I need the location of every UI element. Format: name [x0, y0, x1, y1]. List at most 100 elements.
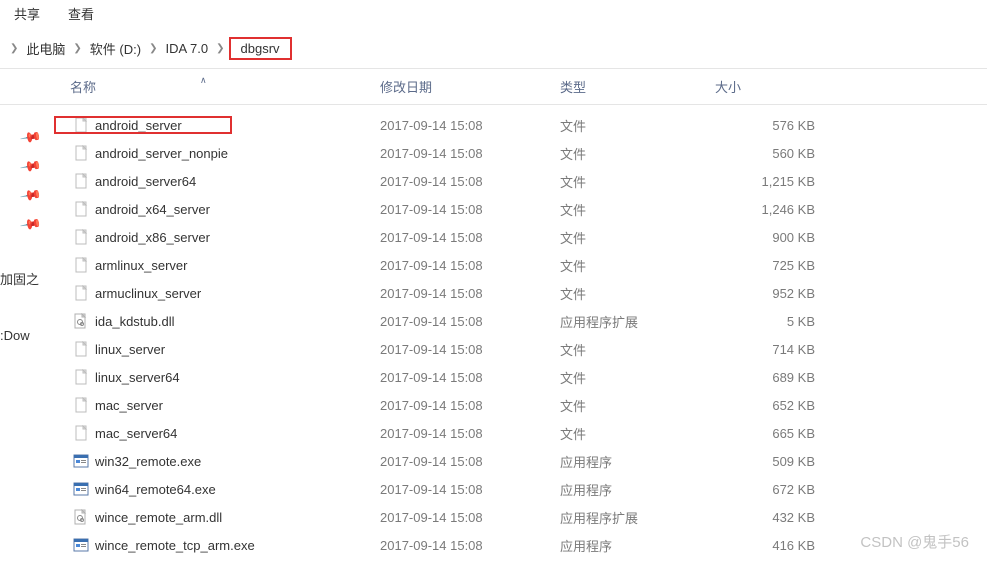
- file-type: 文件: [560, 228, 715, 247]
- sidebar: 📌 📌 📌 📌 加固之 :Dow: [0, 105, 55, 559]
- file-icon: [73, 145, 89, 161]
- file-type: 应用程序扩展: [560, 508, 715, 527]
- file-icon: [73, 425, 89, 441]
- file-name: mac_server64: [95, 426, 177, 441]
- sidebar-label[interactable]: :Dow: [0, 328, 30, 343]
- file-icon: [73, 397, 89, 413]
- file-size: 1,246 KB: [715, 202, 825, 217]
- file-type: 文件: [560, 396, 715, 415]
- file-name: wince_remote_arm.dll: [95, 510, 222, 525]
- file-icon: [73, 229, 89, 245]
- breadcrumb[interactable]: ❯ 此电脑 ❯ 软件 (D:) ❯ IDA 7.0 ❯ dbgsrv: [0, 27, 987, 69]
- table-row[interactable]: android_x86_server2017-09-14 15:08文件900 …: [55, 223, 987, 251]
- file-type: 应用程序: [560, 452, 715, 471]
- table-row[interactable]: android_x64_server 2017-09-14 15:08文件1,24…: [55, 195, 987, 223]
- chevron-right-icon: ❯: [216, 43, 224, 54]
- column-name[interactable]: 名称 ∧: [0, 77, 380, 96]
- table-row[interactable]: win32_remote.exe2017-09-14 15:08应用程序509 …: [55, 447, 987, 475]
- tab-view[interactable]: 查看: [64, 2, 98, 25]
- file-name: android_x64_server: [95, 202, 210, 217]
- file-date: 2017-09-14 15:08: [380, 510, 560, 525]
- file-name: win64_remote64.exe: [95, 482, 216, 497]
- sidebar-label[interactable]: 加固之: [0, 269, 39, 288]
- file-size: 672 KB: [715, 482, 825, 497]
- pin-icon[interactable]: 📌: [19, 126, 43, 150]
- file-type: 应用程序: [560, 480, 715, 499]
- breadcrumb-item[interactable]: 软件 (D:): [84, 37, 147, 60]
- file-size: 509 KB: [715, 454, 825, 469]
- file-size: 900 KB: [715, 230, 825, 245]
- table-row[interactable]: android_server642017-09-14 15:08文件1,215 …: [55, 167, 987, 195]
- pin-icon[interactable]: 📌: [19, 155, 43, 179]
- file-icon: [73, 453, 89, 469]
- column-headers[interactable]: 名称 ∧ 修改日期 类型 大小: [0, 69, 987, 105]
- table-row[interactable]: linux_server2017-09-14 15:08文件714 KB: [55, 335, 987, 363]
- file-type: 文件: [560, 172, 715, 191]
- file-date: 2017-09-14 15:08: [380, 482, 560, 497]
- file-type: 文件: [560, 284, 715, 303]
- table-row[interactable]: linux_server642017-09-14 15:08文件689 KB: [55, 363, 987, 391]
- column-date[interactable]: 修改日期: [380, 77, 560, 96]
- file-date: 2017-09-14 15:08: [380, 538, 560, 553]
- table-row[interactable]: wince_remote_arm.dll 2017-09-14 15:08应用程序…: [55, 503, 987, 531]
- file-name: armlinux_server: [95, 258, 187, 273]
- file-icon: [73, 481, 89, 497]
- table-row[interactable]: wince_remote_tcp_arm.exe 2017-09-14 15:08…: [55, 531, 987, 559]
- file-date: 2017-09-14 15:08: [380, 370, 560, 385]
- file-date: 2017-09-14 15:08: [380, 454, 560, 469]
- file-date: 2017-09-14 15:08: [380, 286, 560, 301]
- file-icon: [73, 285, 89, 301]
- file-date: 2017-09-14 15:08: [380, 230, 560, 245]
- table-row[interactable]: mac_server2017-09-14 15:08文件652 KB: [55, 391, 987, 419]
- table-row[interactable]: android_server_nonpie2017-09-14 15:08文件5…: [55, 139, 987, 167]
- column-type[interactable]: 类型: [560, 77, 715, 96]
- breadcrumb-item[interactable]: IDA 7.0: [159, 39, 214, 58]
- file-icon: [73, 537, 89, 553]
- table-row[interactable]: android_server 2017-09-14 15:08文件576 KB: [55, 111, 987, 139]
- file-size: 1,215 KB: [715, 174, 825, 189]
- file-size: 952 KB: [715, 286, 825, 301]
- pin-icon[interactable]: 📌: [19, 213, 43, 237]
- table-row[interactable]: ida_kdstub.dll2017-09-14 15:08应用程序扩展5 KB: [55, 307, 987, 335]
- file-name: wince_remote_tcp_arm.exe: [95, 538, 255, 553]
- file-date: 2017-09-14 15:08: [380, 426, 560, 441]
- file-name: android_server: [95, 118, 182, 133]
- table-row[interactable]: win64_remote64.exe 2017-09-14 15:08应用程序67…: [55, 475, 987, 503]
- file-type: 应用程序: [560, 536, 715, 555]
- table-row[interactable]: mac_server642017-09-14 15:08文件665 KB: [55, 419, 987, 447]
- file-name: ida_kdstub.dll: [95, 314, 175, 329]
- file-size: 714 KB: [715, 342, 825, 357]
- file-icon: [73, 369, 89, 385]
- chevron-right-icon: ❯: [10, 43, 18, 54]
- sort-ascending-icon: ∧: [200, 75, 207, 86]
- file-size: 576 KB: [715, 118, 825, 133]
- column-size[interactable]: 大小: [715, 77, 825, 96]
- file-type: 文件: [560, 116, 715, 135]
- file-type: 应用程序扩展: [560, 312, 715, 331]
- column-name-label: 名称: [70, 80, 96, 95]
- file-icon: [73, 173, 89, 189]
- file-icon: [73, 117, 89, 133]
- breadcrumb-item[interactable]: 此电脑: [20, 37, 71, 60]
- file-date: 2017-09-14 15:08: [380, 202, 560, 217]
- file-icon: [73, 509, 89, 525]
- file-list[interactable]: android_server2017-09-14 15:08文件576 KBan…: [55, 105, 987, 559]
- file-size: 652 KB: [715, 398, 825, 413]
- file-icon: [73, 201, 89, 217]
- ribbon-tabs: 共享 查看: [0, 0, 987, 27]
- pin-icon[interactable]: 📌: [19, 184, 43, 208]
- table-row[interactable]: armuclinux_server2017-09-14 15:08文件952 K…: [55, 279, 987, 307]
- tab-share[interactable]: 共享: [10, 2, 44, 25]
- file-size: 560 KB: [715, 146, 825, 161]
- file-date: 2017-09-14 15:08: [380, 342, 560, 357]
- file-name: linux_server: [95, 342, 165, 357]
- table-row[interactable]: armlinux_server2017-09-14 15:08文件725 KB: [55, 251, 987, 279]
- breadcrumb-current[interactable]: dbgsrv: [229, 37, 292, 60]
- file-type: 文件: [560, 200, 715, 219]
- chevron-right-icon: ❯: [149, 43, 157, 54]
- file-date: 2017-09-14 15:08: [380, 258, 560, 273]
- chevron-right-icon: ❯: [73, 43, 81, 54]
- file-icon: [73, 341, 89, 357]
- file-date: 2017-09-14 15:08: [380, 118, 560, 133]
- file-name: android_server_nonpie: [95, 146, 228, 161]
